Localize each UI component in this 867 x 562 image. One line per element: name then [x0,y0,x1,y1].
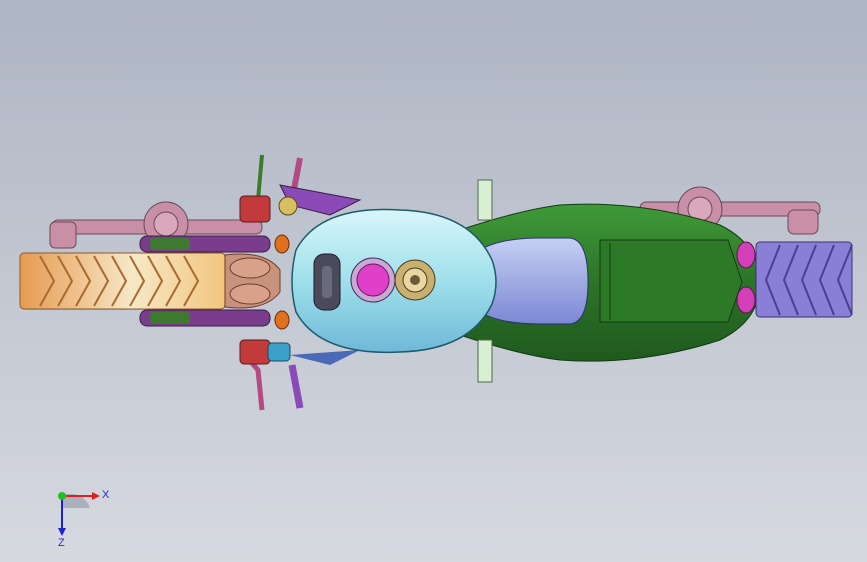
front-tire[interactable] [19,252,226,310]
z-axis-label: Z [58,537,65,548]
headlight[interactable] [224,253,281,309]
y-axis-dot [58,492,66,500]
cad-viewport[interactable]: X Y Z [0,0,867,562]
x-axis-arrow [92,492,100,500]
rear-tire[interactable] [755,241,853,318]
fuel-cap[interactable] [350,257,396,303]
handlebar-left[interactable] [239,154,362,223]
z-axis-arrow [58,528,66,536]
handlebar-right[interactable] [239,339,360,411]
motorcycle-model[interactable] [0,0,867,562]
ignition-gauge[interactable] [394,259,436,301]
x-axis-label: X [102,489,110,501]
coordinate-triad: X Y Z [58,489,110,548]
